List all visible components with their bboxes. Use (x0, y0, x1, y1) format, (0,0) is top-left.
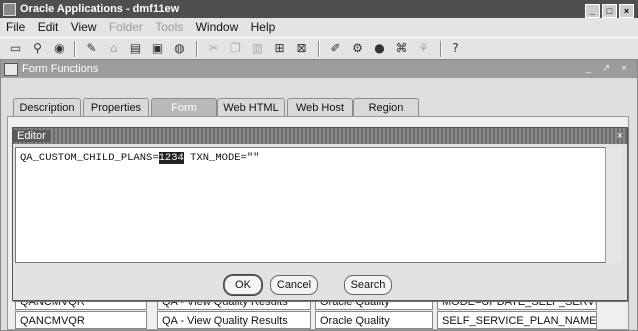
tab-form[interactable]: Form (151, 98, 217, 117)
toolbar-separator (74, 41, 76, 57)
tab-region[interactable]: Region (353, 98, 419, 117)
new-icon[interactable]: ▭ (8, 41, 23, 56)
help-icon[interactable]: ? (448, 41, 463, 56)
minimize-button[interactable]: _ (585, 4, 600, 18)
tab-description[interactable]: Description (13, 98, 81, 117)
cut-icon[interactable]: ✂ (206, 41, 221, 56)
paste-icon[interactable]: ▥ (250, 41, 265, 56)
application-cell[interactable]: Oracle Quality (315, 311, 433, 329)
navigator-icon[interactable]: ◉ (52, 41, 67, 56)
zoom-icon[interactable]: ◍ (172, 41, 187, 56)
menu-edit[interactable]: Edit (35, 18, 62, 37)
globe-icon[interactable]: ● (372, 41, 387, 56)
edit-field-icon[interactable]: ✐ (328, 41, 343, 56)
toolbar-separator (196, 41, 198, 57)
folder-tools-icon[interactable]: ⌘ (394, 41, 409, 56)
editor-text: QA_CUSTOM_CHILD_PLANS= (20, 152, 159, 164)
app-title-bar: Oracle Applications - dmf11ew _ □ × (0, 0, 638, 18)
find-icon[interactable]: ⚲ (30, 41, 45, 56)
menu-tools[interactable]: Tools (152, 18, 186, 37)
translations-icon[interactable]: ⚘ (416, 41, 431, 56)
toolbar-separator (440, 41, 442, 57)
menu-bar: File Edit View Folder Tools Window Help (0, 18, 638, 37)
menu-view[interactable]: View (68, 18, 100, 37)
toolbar: ▭ ⚲ ◉ ✎ ⌂ ▤ ▣ ◍ ✂ ❐ ▥ ⊞ ⊠ ✐ ⚙ ● ⌘ ⚘ ? (0, 37, 638, 61)
function-cell[interactable]: QANCMVQR (15, 311, 147, 329)
next-step-icon[interactable]: ⌂ (106, 41, 121, 56)
new-record-icon[interactable]: ⊞ (272, 41, 287, 56)
maximize-button[interactable]: □ (602, 4, 617, 18)
tab-web-host[interactable]: Web Host (287, 98, 353, 117)
toolbar-separator (318, 41, 320, 57)
menu-folder[interactable]: Folder (106, 18, 146, 37)
oracle-logo-icon (3, 2, 16, 16)
save-icon[interactable]: ✎ (84, 41, 99, 56)
tab-web-html[interactable]: Web HTML (217, 98, 285, 117)
form-icon (4, 62, 18, 76)
app-title: Oracle Applications - dmf11ew (20, 3, 180, 15)
editor-scrollbar[interactable] (605, 147, 621, 263)
menu-file[interactable]: File (3, 18, 28, 37)
delete-record-icon[interactable]: ⊠ (294, 41, 309, 56)
print-icon[interactable]: ▤ (128, 41, 143, 56)
parameters-cell[interactable]: SELF_SERVICE_PLAN_NAME= (437, 311, 597, 329)
attachments-icon[interactable]: ⚙ (350, 41, 365, 56)
editor-close-icon[interactable]: × (617, 128, 623, 144)
search-button[interactable]: Search (344, 275, 392, 295)
editor-selected-text: 1234 (158, 152, 184, 164)
cancel-button[interactable]: Cancel (270, 275, 318, 295)
editor-dialog: Editor × QA_CUSTOM_CHILD_PLANS=1234 TXN_… (12, 127, 628, 301)
editor-text-tail: TXN_MODE="" (183, 152, 260, 164)
menu-help[interactable]: Help (248, 18, 279, 37)
ok-button[interactable]: OK (224, 275, 262, 295)
window-title-bar: Form Functions _ ↗ × (1, 60, 637, 78)
user-name-cell[interactable]: QA - View Quality Results (157, 311, 311, 329)
editor-title: Editor (13, 130, 50, 142)
tab-properties[interactable]: Properties (83, 98, 149, 117)
window-title: Form Functions (22, 63, 99, 75)
editor-title-bar: Editor × (13, 128, 627, 144)
menu-window[interactable]: Window (193, 18, 242, 37)
close-form-icon[interactable]: ▣ (150, 41, 165, 56)
copy-icon[interactable]: ❐ (228, 41, 243, 56)
editor-text-area[interactable]: QA_CUSTOM_CHILD_PLANS=1234 TXN_MODE="" (15, 147, 621, 263)
close-button[interactable]: × (619, 4, 634, 18)
window-controls[interactable]: _ ↗ × (586, 60, 631, 78)
